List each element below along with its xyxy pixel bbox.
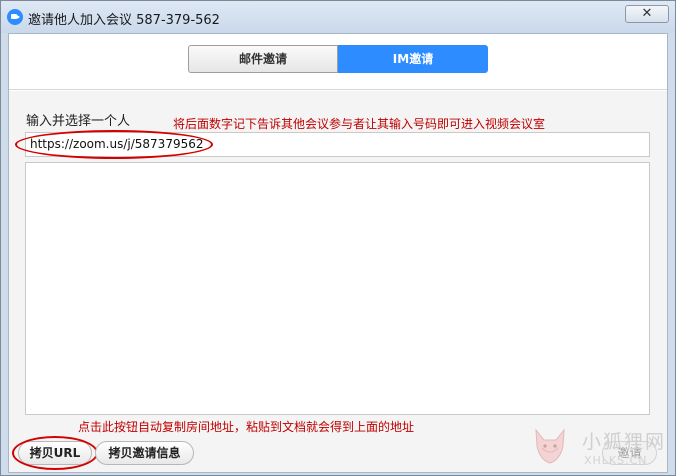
close-button[interactable]: ✕ — [625, 5, 669, 23]
dialog-client-area: 邮件邀请 IM邀请 输入并选择一个人 将后面数字记下告诉其他会议参与者让其输入号… — [8, 33, 668, 473]
title-bar[interactable]: 邀请他人加入会议 587-379-562 ✕ — [1, 1, 675, 33]
contact-list-area[interactable] — [25, 162, 650, 415]
copy-url-button[interactable]: 拷贝URL — [18, 441, 92, 465]
zoom-app-icon — [7, 9, 23, 25]
window-title: 邀请他人加入会议 587-379-562 — [28, 13, 220, 28]
annotation-bottom: 点击此按钮自动复制房间地址，粘贴到文档就会得到上面的地址 — [78, 420, 415, 434]
annotation-top: 将后面数字记下告诉其他会议参与者让其输入号码即可进入视频会议室 — [173, 117, 546, 131]
tab-email-invite[interactable]: 邮件邀请 — [188, 45, 338, 73]
prompt-label: 输入并选择一个人 — [26, 114, 131, 129]
copy-invite-info-button[interactable]: 拷贝邀请信息 — [95, 441, 194, 465]
im-invite-panel: 输入并选择一个人 将后面数字记下告诉其他会议参与者让其输入号码即可进入视频会议室… — [9, 91, 667, 472]
tab-strip: 邮件邀请 IM邀请 — [9, 34, 667, 90]
invite-dialog-window: 邀请他人加入会议 587-379-562 ✕ 邮件邀请 IM邀请 输入并选择一个… — [0, 0, 676, 476]
tab-im-invite[interactable]: IM邀请 — [338, 45, 488, 73]
contact-input[interactable]: https://zoom.us/j/587379562 — [25, 132, 650, 157]
invite-button[interactable]: 邀请 — [602, 441, 657, 465]
